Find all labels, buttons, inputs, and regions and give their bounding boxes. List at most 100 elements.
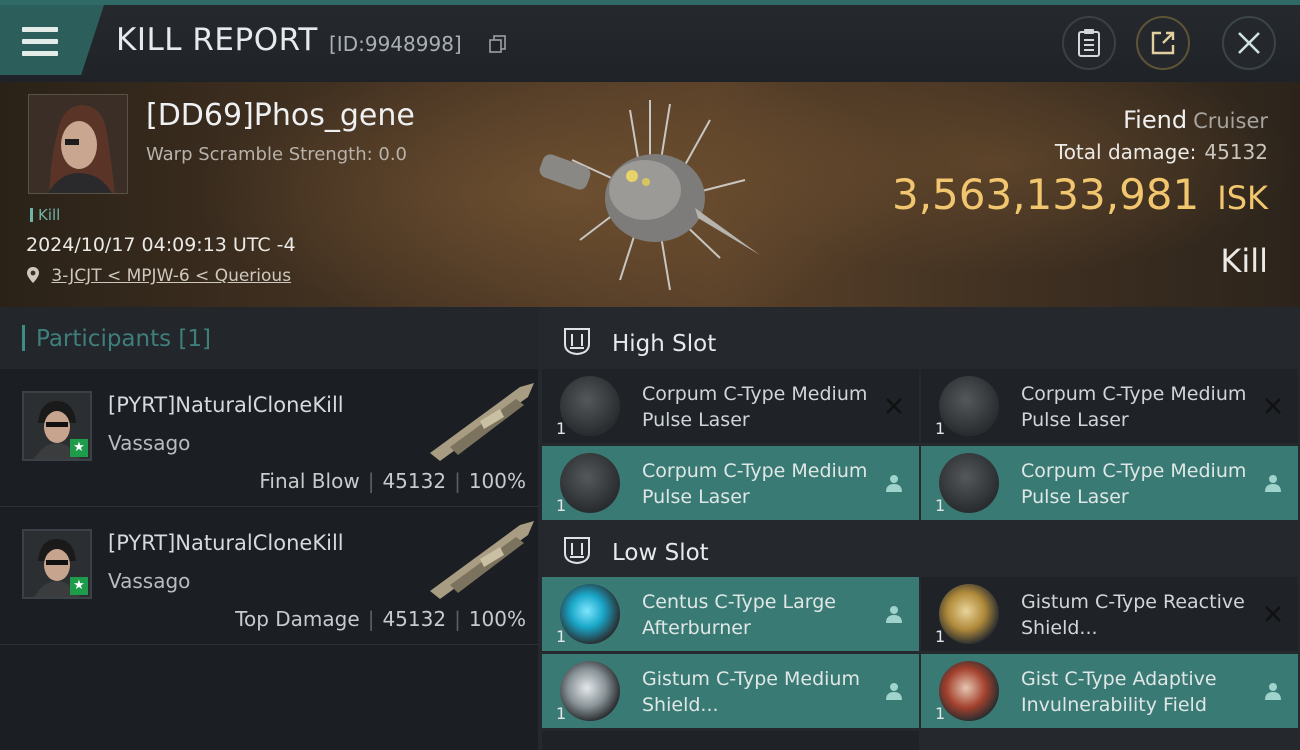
participant-role: Final Blow	[259, 469, 360, 493]
high-slot-header: High Slot	[538, 311, 1300, 373]
module-quantity: 1	[935, 419, 946, 438]
low-slot-icon	[564, 537, 590, 565]
module-item[interactable]: 1 Gistum C-Type Reactive Shield...	[921, 577, 1298, 651]
module-quantity: 1	[556, 496, 567, 515]
pulse-laser-icon	[560, 376, 620, 436]
module-name: Gist C-Type Adaptive Invulnerability Fie…	[1021, 668, 1217, 716]
location-pin-icon	[27, 267, 39, 283]
module-item[interactable]: 1 Corpum C-Type Medium Pulse Laser	[921, 369, 1298, 443]
module-item-partial[interactable]	[542, 731, 919, 750]
ship-name: Fiend	[1123, 106, 1188, 134]
pulse-laser-icon	[939, 453, 999, 513]
participant-role: Top Damage	[235, 607, 360, 631]
participant-name[interactable]: [PYRT]NaturalCloneKill	[108, 531, 344, 555]
isk-amount: 3,563,133,981	[891, 170, 1200, 219]
location-link[interactable]: 3-JCJT < MPJW-6 < Querious	[51, 266, 291, 286]
participant-avatar[interactable]: ★	[22, 529, 92, 599]
afterburner-icon	[560, 584, 620, 644]
module-name: Centus C-Type Large Afterburner	[642, 591, 836, 639]
share-icon	[1151, 31, 1175, 55]
fitting-panel: High Slot 1 Corpum C-Type Medium Pulse L…	[538, 307, 1300, 750]
destroyed-icon	[1265, 606, 1281, 622]
star-icon: ★	[70, 439, 88, 457]
high-slot-icon	[564, 328, 590, 356]
low-slot-label: Low Slot	[612, 540, 709, 566]
close-button[interactable]	[1222, 16, 1276, 70]
total-damage-value: 45132	[1204, 140, 1268, 164]
low-slot-header: Low Slot	[538, 520, 1300, 582]
module-quantity: 1	[935, 627, 946, 646]
star-icon: ★	[70, 577, 88, 595]
destroyed-icon	[886, 398, 902, 414]
module-name: Gistum C-Type Reactive Shield...	[1021, 591, 1245, 639]
module-name: Corpum C-Type Medium Pulse Laser	[1021, 383, 1247, 431]
participant-stats: Final Blow | 45132 | 100%	[259, 469, 526, 493]
participant-row[interactable]: ★ [PYRT]NaturalCloneKill Vassago Final B…	[0, 369, 538, 507]
module-name: Corpum C-Type Medium Pulse Laser	[642, 460, 868, 508]
kill-datetime: 2024/10/17 04:09:13 UTC -4	[26, 234, 296, 256]
module-item[interactable]: 1 Corpum C-Type Medium Pulse Laser	[542, 369, 919, 443]
participant-avatar[interactable]: ★	[22, 391, 92, 461]
participant-name[interactable]: [PYRT]NaturalCloneKill	[108, 393, 344, 417]
kill-location[interactable]: 3-JCJT < MPJW-6 < Querious	[26, 266, 291, 286]
total-damage: Total damage: 45132	[1055, 140, 1268, 164]
participant-ship: Vassago	[108, 431, 191, 455]
isk-value: 3,563,133,981 ISK	[892, 170, 1268, 219]
total-damage-label: Total damage:	[1054, 140, 1197, 164]
participants-header: Participants [1]	[0, 307, 538, 369]
participants-accent	[22, 325, 25, 351]
module-quantity: 1	[556, 704, 567, 723]
person-icon	[886, 606, 902, 623]
person-icon	[1265, 475, 1281, 492]
close-icon	[1238, 32, 1260, 54]
module-quantity: 1	[556, 419, 567, 438]
kill-tag: Kill	[30, 206, 60, 224]
module-name: Corpum C-Type Medium Pulse Laser	[642, 383, 868, 431]
participants-panel: Participants [1] ★ [PYRT]NaturalCloneKil…	[0, 307, 538, 750]
clipboard-icon	[1078, 29, 1100, 57]
person-icon	[886, 683, 902, 700]
module-quantity: 1	[935, 704, 946, 723]
copy-icon[interactable]	[488, 34, 508, 54]
portrait-image	[29, 95, 127, 193]
module-item[interactable]: 1 Corpum C-Type Medium Pulse Laser	[542, 446, 919, 520]
participant-percent: 100%	[468, 469, 526, 493]
module-name: Corpum C-Type Medium Pulse Laser	[1021, 460, 1247, 508]
module-item[interactable]: 1 Gist C-Type Adaptive Invulnerability F…	[921, 654, 1298, 728]
share-button[interactable]	[1136, 16, 1190, 70]
destroyed-icon	[1265, 398, 1281, 414]
participant-ship-image	[430, 383, 534, 461]
person-icon	[1265, 683, 1281, 700]
shield-icon	[560, 661, 620, 721]
menu-button[interactable]	[0, 5, 104, 75]
participant-damage: 45132	[382, 469, 447, 493]
participant-stats: Top Damage | 45132 | 100%	[235, 607, 526, 631]
clipboard-button[interactable]	[1062, 16, 1116, 70]
module-quantity: 1	[556, 627, 567, 646]
participant-ship-image	[430, 521, 534, 599]
header-bar: KILL REPORT [ID:9948998]	[0, 0, 1300, 82]
victim-ship-type[interactable]: Fiend Cruiser	[1123, 106, 1268, 134]
warp-scramble-strength: Warp Scramble Strength: 0.0	[146, 144, 408, 165]
module-item[interactable]: 1 Corpum C-Type Medium Pulse Laser	[921, 446, 1298, 520]
victim-avatar[interactable]	[28, 94, 128, 194]
shield-red-icon	[939, 661, 999, 721]
ship-class: Cruiser	[1193, 109, 1268, 133]
participant-row[interactable]: ★ [PYRT]NaturalCloneKill Vassago Top Dam…	[0, 507, 538, 645]
pulse-laser-icon	[560, 453, 620, 513]
participant-ship: Vassago	[108, 569, 191, 593]
participant-damage: 45132	[382, 607, 447, 631]
hamburger-icon[interactable]	[22, 27, 58, 57]
module-quantity: 1	[935, 496, 946, 515]
module-item[interactable]: 1 Gistum C-Type Medium Shield...	[542, 654, 919, 728]
module-name: Gistum C-Type Medium Shield...	[642, 668, 860, 716]
high-slot-label: High Slot	[612, 331, 717, 357]
participant-percent: 100%	[468, 607, 526, 631]
participants-title: Participants [1]	[36, 326, 211, 352]
person-icon	[886, 475, 902, 492]
victim-name[interactable]: [DD69]Phos_gene	[146, 98, 415, 133]
victim-banner: [DD69]Phos_gene Warp Scramble Strength: …	[0, 82, 1300, 307]
kill-result: Kill	[1220, 242, 1268, 280]
report-id: [ID:9948998]	[329, 32, 462, 56]
module-item[interactable]: 1 Centus C-Type Large Afterburner	[542, 577, 919, 651]
